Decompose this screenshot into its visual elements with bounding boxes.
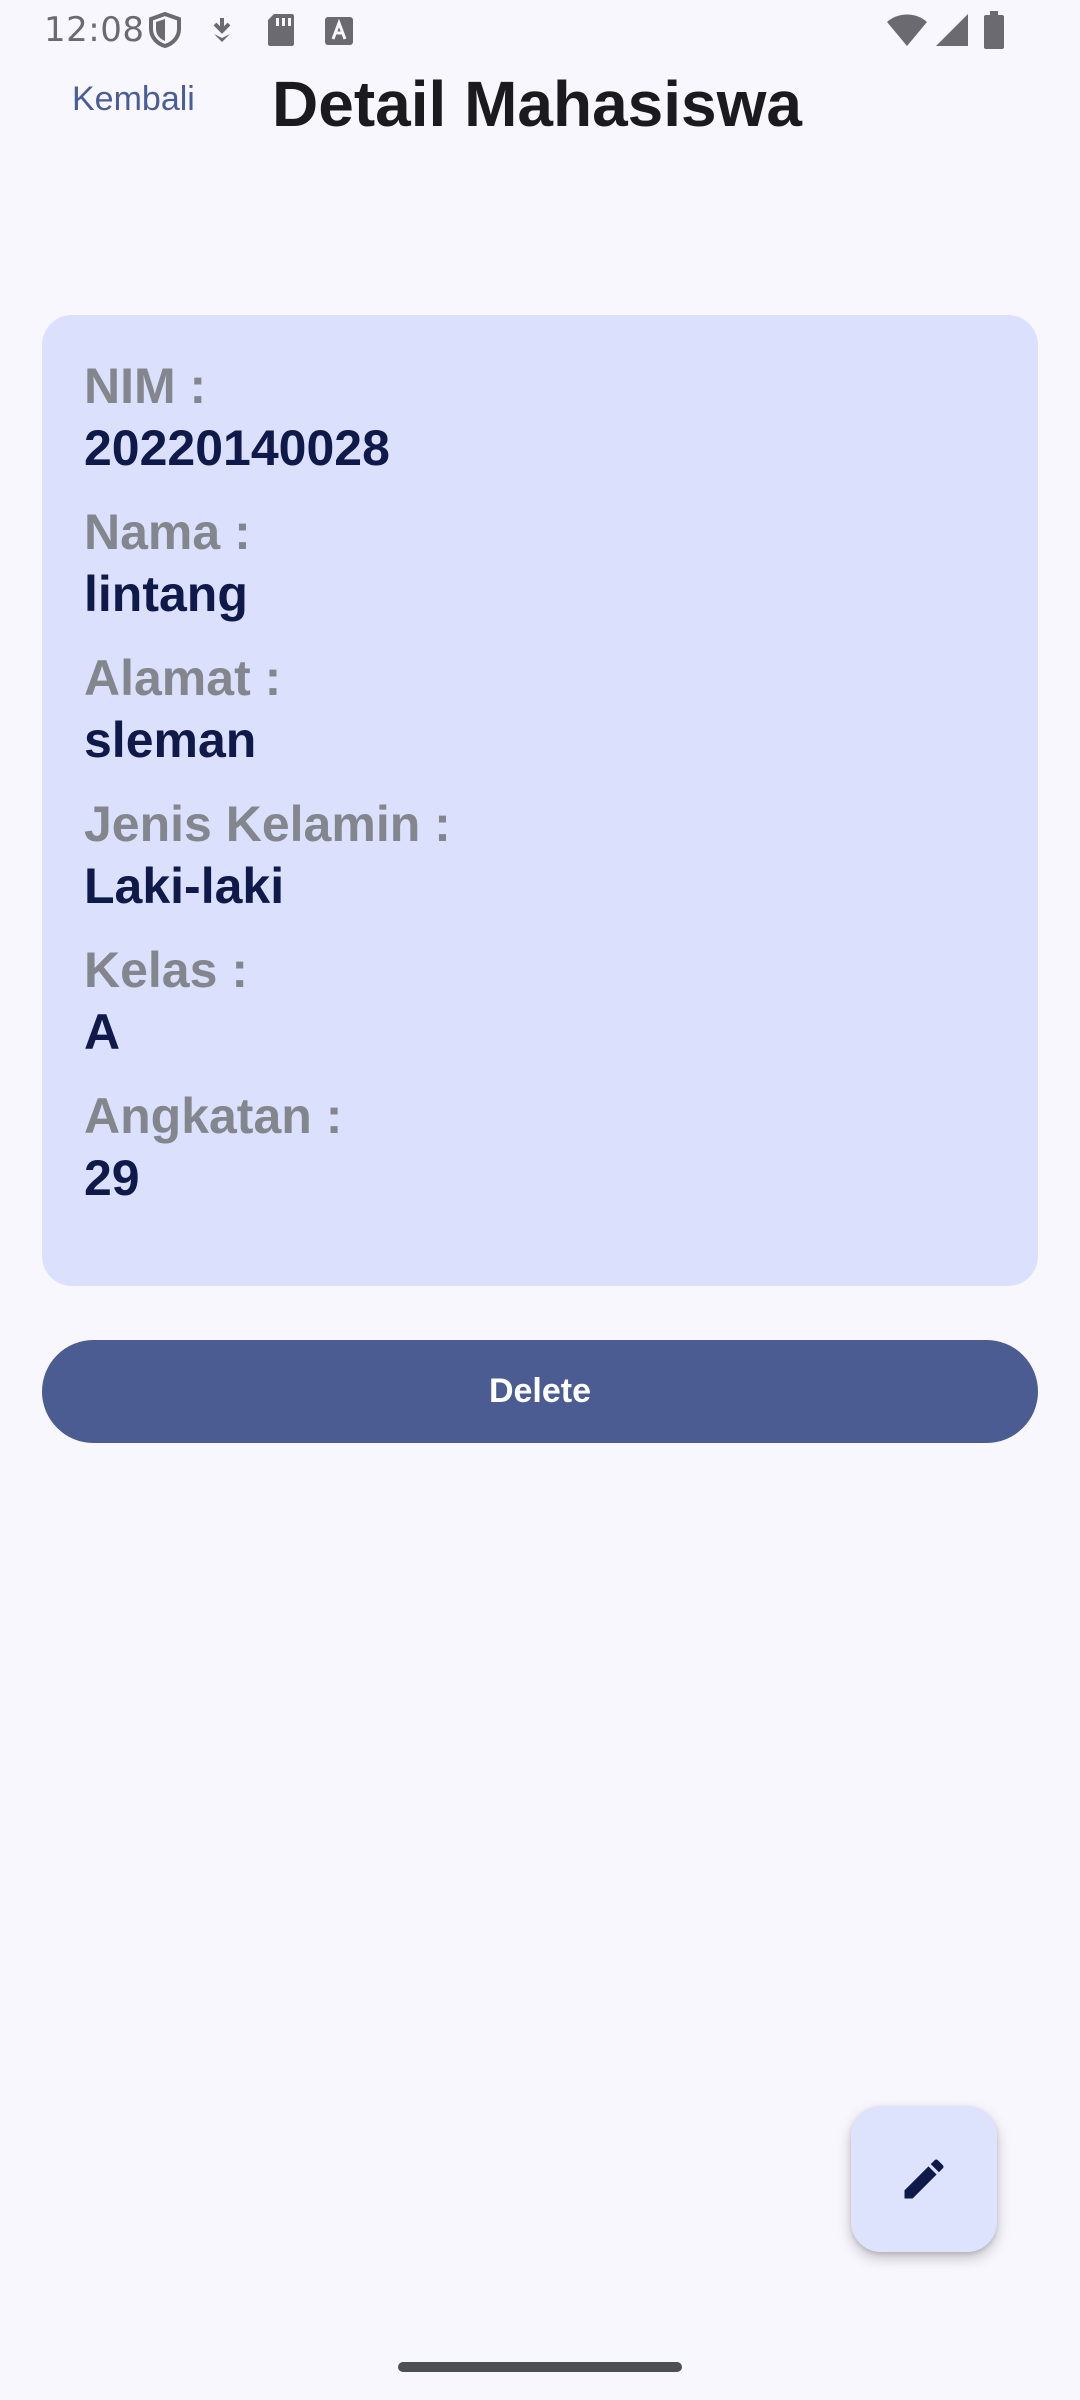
field-label: Nama : bbox=[84, 504, 251, 560]
field-value: sleman bbox=[84, 712, 257, 768]
download-icon bbox=[213, 18, 231, 42]
field-value: 29 bbox=[84, 1150, 140, 1206]
field-alamat: Alamat : sleman bbox=[84, 647, 1038, 771]
edit-pencil-icon bbox=[904, 2159, 944, 2199]
field-value: 20220140028 bbox=[84, 420, 390, 476]
field-nim: NIM : 20220140028 bbox=[84, 355, 1038, 479]
field-label: Kelas : bbox=[84, 942, 248, 998]
field-angkatan: Angkatan : 29 bbox=[84, 1085, 1038, 1209]
field-nama: Nama : lintang bbox=[84, 501, 1038, 625]
edit-fab-button[interactable] bbox=[851, 2106, 997, 2252]
field-label: Alamat : bbox=[84, 650, 282, 706]
status-time: 12:08 bbox=[44, 10, 145, 50]
field-label: Jenis Kelamin : bbox=[84, 796, 451, 852]
field-kelas: Kelas : A bbox=[84, 939, 1038, 1063]
field-value: Laki-laki bbox=[84, 858, 285, 914]
status-bar: 12:08 bbox=[0, 0, 1080, 62]
delete-button[interactable]: Delete bbox=[42, 1340, 1038, 1443]
home-indicator[interactable] bbox=[398, 2362, 682, 2372]
field-value: lintang bbox=[84, 566, 248, 622]
wifi-icon bbox=[887, 14, 927, 46]
back-button[interactable]: Kembali bbox=[72, 80, 195, 119]
page-title: Detail Mahasiswa bbox=[272, 68, 802, 140]
sd-card-icon bbox=[268, 14, 294, 46]
cellular-signal-icon bbox=[936, 14, 968, 46]
field-value: A bbox=[84, 1004, 121, 1060]
student-detail-card: NIM : 20220140028 Nama : lintang Alamat … bbox=[42, 315, 1038, 1286]
field-label: Angkatan : bbox=[84, 1088, 343, 1144]
battery-icon bbox=[984, 11, 1004, 49]
field-jenis-kelamin: Jenis Kelamin : Laki-laki bbox=[84, 793, 1038, 917]
text-a-icon bbox=[325, 17, 353, 45]
field-label: NIM : bbox=[84, 358, 207, 414]
shield-icon bbox=[149, 12, 181, 48]
